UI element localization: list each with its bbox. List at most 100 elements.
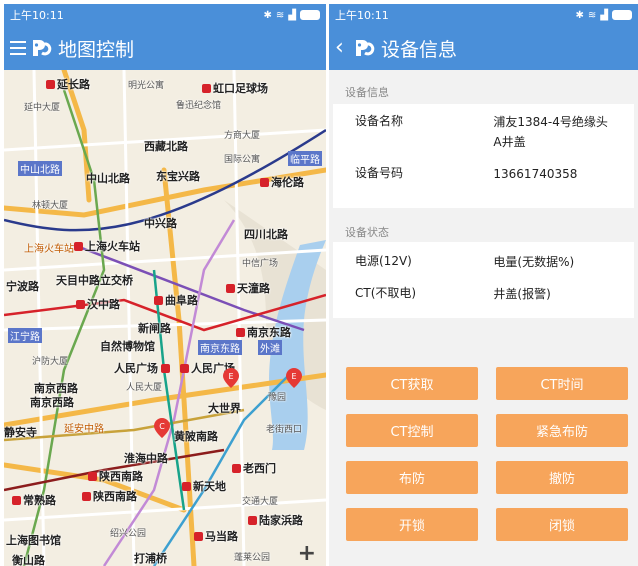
device-marker-e2[interactable]: E: [286, 368, 302, 388]
map-label: 人民广场: [114, 360, 172, 376]
status-bar: 上午10:11 ✱ ≋ ▟: [329, 4, 638, 26]
map-label: 中兴路: [144, 217, 177, 230]
status-row-2: CT(不取电) 井盖(报警): [355, 284, 612, 304]
control-buttons: CT获取 CT时间 CT控制 紧急布防 布防 撤防 开锁 闭锁: [346, 367, 628, 541]
map-label: 交通大厦: [242, 497, 279, 507]
ct-get-button[interactable]: CT获取: [346, 367, 478, 400]
map-label: 外滩: [258, 340, 282, 355]
signal-icon: ▟: [288, 9, 296, 21]
map-label: 陆家浜路: [248, 512, 303, 528]
page-title: 地图控制: [58, 38, 135, 61]
status-icons: ✱ ≋ ▟: [264, 10, 320, 21]
zoom-in-icon[interactable]: +: [298, 541, 316, 566]
battery-status: 电量(无数据%): [493, 255, 575, 269]
map-view[interactable]: 延长路 明光公寓 虹口足球场 延中大厦 鲁迅纪念馆 方商大厦 西藏北路 国际公寓…: [4, 70, 326, 566]
map-label: 陕西南路: [82, 488, 137, 504]
unlock-button[interactable]: 开锁: [346, 508, 478, 541]
map-label: 大世界: [208, 402, 241, 415]
map-label: 上海火车站: [24, 244, 74, 255]
status-bar: 上午10:11 ✱ ≋ ▟: [4, 4, 326, 26]
map-label: 江宁路: [8, 328, 42, 343]
svg-text:E: E: [291, 372, 296, 381]
map-label: 延中大厦: [24, 103, 61, 113]
app-logo-icon: [356, 40, 375, 56]
svg-text:C: C: [159, 422, 165, 431]
map-label: 天目中路立交桥: [56, 274, 133, 287]
device-name-row: 设备名称 浦友1384-4号绝缘头A井盖: [355, 112, 612, 152]
map-label: 陕西南路: [88, 468, 143, 484]
bluetooth-icon: ✱: [263, 9, 272, 21]
svg-text:E: E: [228, 372, 233, 381]
device-number-row: 设备号码 13661740358: [355, 164, 612, 184]
map-label: 林顿大厦: [32, 201, 69, 211]
map-label: 豫园: [268, 393, 287, 403]
device-status-card: 电源(12V) 电量(无数据%) CT(不取电) 井盖(报警): [333, 242, 634, 318]
app-logo-icon: [33, 40, 52, 56]
map-label: 曲阜路: [154, 292, 198, 308]
map-label: 蓬莱公园: [234, 553, 271, 563]
emergency-arm-button[interactable]: 紧急布防: [496, 414, 628, 447]
map-label: 新闸路: [138, 322, 171, 335]
map-label: 黄陂南路: [174, 430, 218, 443]
map-label: 四川北路: [244, 228, 288, 241]
device-info-card: 设备名称 浦友1384-4号绝缘头A井盖 设备号码 13661740358: [333, 104, 634, 208]
map-label: 中山北路: [86, 172, 130, 185]
map-label: 海伦路: [260, 174, 304, 190]
status-time: 上午10:11: [10, 9, 64, 22]
map-label: 中信广场: [242, 259, 279, 269]
arm-button[interactable]: 布防: [346, 461, 478, 494]
map-label: 天潼路: [226, 280, 270, 296]
map-label: 虹口足球场: [202, 80, 268, 96]
status-icons: ✱ ≋ ▟: [576, 10, 632, 21]
device-marker-e1[interactable]: E: [223, 368, 239, 388]
map-label: 衡山路: [12, 554, 45, 566]
device-number-label: 设备号码: [355, 166, 404, 180]
map-label: 上海图书馆: [6, 534, 61, 547]
map-label: 中山北路: [18, 161, 62, 176]
map-label: 人民大厦: [126, 383, 163, 393]
map-label: 淮海中路: [124, 452, 168, 465]
map-label: 南京东路: [198, 340, 242, 355]
map-label: 延长路: [46, 76, 90, 92]
map-label: 方商大厦: [224, 131, 261, 141]
wifi-icon: ≋: [587, 9, 597, 21]
map-label: 打浦桥: [134, 552, 167, 565]
map-screen: 上午10:11 ✱ ≋ ▟ 地图控制 延长路 明光公寓 虹口足球场 延中大厦 鲁…: [4, 4, 326, 566]
map-label: 汉中路: [76, 296, 120, 312]
device-marker-c[interactable]: C: [154, 418, 170, 438]
app-bar: ‹ 设备信息: [329, 26, 638, 70]
bluetooth-icon: ✱: [575, 9, 584, 21]
device-name-label: 设备名称: [355, 114, 404, 128]
map-label: 鲁迅纪念馆: [176, 101, 222, 111]
map-label: 上海火车站: [74, 238, 140, 254]
map-label: 马当路: [194, 528, 238, 544]
map-label: 宁波路: [6, 280, 39, 293]
wifi-icon: ≋: [275, 9, 285, 21]
map-label: 延安中路: [64, 424, 104, 435]
signal-icon: ▟: [600, 9, 608, 21]
map-label: 国际公寓: [224, 155, 261, 165]
map-label: 新天地: [182, 478, 226, 494]
map-label: 自然博物馆: [100, 340, 155, 353]
menu-icon[interactable]: [10, 41, 26, 55]
app-bar: 地图控制: [4, 26, 326, 70]
status-time: 上午10:11: [335, 9, 389, 22]
ct-control-button[interactable]: CT控制: [346, 414, 478, 447]
device-info-screen: 上午10:11 ✱ ≋ ▟ ‹ 设备信息 设备信息 设备名称 浦友1384-4号…: [329, 4, 638, 566]
map-label: 绍兴公园: [110, 529, 147, 539]
ct-time-button[interactable]: CT时间: [496, 367, 628, 400]
power-status: 电源(12V): [355, 254, 412, 268]
lock-button[interactable]: 闭锁: [496, 508, 628, 541]
disarm-button[interactable]: 撤防: [496, 461, 628, 494]
section-header-status: 设备状态: [345, 226, 389, 239]
battery-icon: [612, 10, 632, 20]
cover-status: 井盖(报警): [493, 287, 551, 301]
map-label: 常熟路: [12, 492, 56, 508]
device-number-value: 13661740358: [493, 167, 578, 181]
map-label: 沪防大厦: [32, 357, 69, 367]
map-label: 南京东路: [236, 324, 291, 340]
section-header-info: 设备信息: [345, 86, 389, 99]
page-title: 设备信息: [381, 38, 458, 61]
map-label: 南京西路: [30, 396, 74, 409]
back-icon[interactable]: ‹: [335, 37, 349, 59]
